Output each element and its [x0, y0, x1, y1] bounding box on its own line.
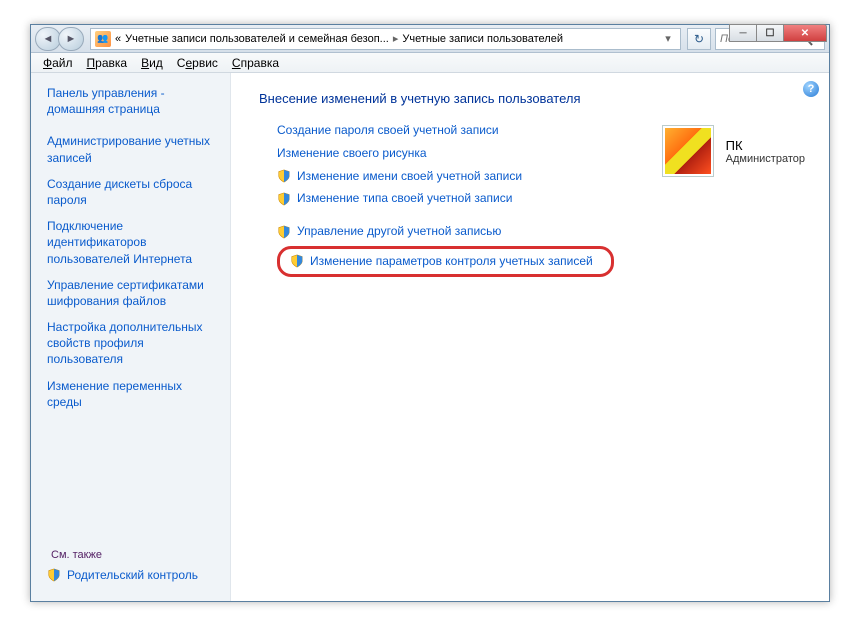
task-uac-settings[interactable]: Изменение параметров контроля учетных за… — [290, 253, 593, 270]
shield-icon — [277, 192, 291, 206]
task-change-type[interactable]: Изменение типа своей учетной записи — [277, 190, 811, 207]
forward-button[interactable]: ► — [58, 27, 84, 51]
menu-edit[interactable]: Правка — [81, 54, 134, 72]
sidebar-home[interactable]: Панель управления - домашняя страница — [47, 85, 220, 117]
help-icon[interactable]: ? — [803, 81, 819, 97]
sidebar-seealso-label: См. также — [47, 549, 220, 561]
control-panel-window: ─ ☐ ✕ ◄ ► 👥 « Учетные записи пользовател… — [30, 24, 830, 602]
minimize-button[interactable]: ─ — [729, 24, 757, 42]
task-manage-other[interactable]: Управление другой учетной записью — [277, 223, 811, 240]
sidebar-item-3[interactable]: Управление сертификатами шифрования файл… — [47, 277, 220, 309]
close-button[interactable]: ✕ — [783, 24, 827, 42]
refresh-button[interactable]: ↻ — [687, 28, 711, 50]
sidebar-item-0[interactable]: Администрирование учетных записей — [47, 133, 220, 165]
window-controls: ─ ☐ ✕ — [730, 24, 827, 42]
main-panel: ? Внесение изменений в учетную запись по… — [231, 73, 829, 601]
shield-icon — [277, 169, 291, 183]
sidebar-item-2[interactable]: Подключение идентификаторов пользователе… — [47, 218, 220, 267]
titlebar: ◄ ► 👥 « Учетные записи пользователей и с… — [31, 25, 829, 53]
account-picture — [662, 125, 714, 177]
breadcrumb-1[interactable]: Учетные записи пользователей и семейная … — [125, 33, 389, 45]
user-accounts-icon: 👥 — [95, 31, 111, 47]
account-role: Администратор — [726, 153, 805, 165]
sidebar-parental-label: Родительский контроль — [67, 567, 198, 583]
sidebar-parental-control[interactable]: Родительский контроль — [47, 567, 220, 583]
shield-icon — [277, 225, 291, 239]
maximize-button[interactable]: ☐ — [756, 24, 784, 42]
shield-icon — [47, 568, 61, 582]
shield-icon — [290, 254, 304, 268]
menu-file[interactable]: Файл — [37, 54, 79, 72]
sidebar-item-4[interactable]: Настройка дополнительных свойств профиля… — [47, 319, 220, 368]
content-area: Панель управления - домашняя страница Ад… — [31, 73, 829, 601]
sidebar-item-1[interactable]: Создание дискеты сброса пароля — [47, 176, 220, 208]
menubar: Файл Правка Вид Сервис Справка — [31, 53, 829, 73]
address-bar[interactable]: 👥 « Учетные записи пользователей и семей… — [90, 28, 681, 50]
breadcrumb-separator: ▸ — [393, 32, 399, 45]
highlighted-task: Изменение параметров контроля учетных за… — [277, 246, 614, 277]
account-tile: ПК Администратор — [662, 125, 805, 177]
sidebar: Панель управления - домашняя страница Ад… — [31, 73, 231, 601]
account-name: ПК — [726, 138, 805, 153]
sidebar-item-5[interactable]: Изменение переменных среды — [47, 378, 220, 410]
breadcrumb-prefix: « — [115, 33, 121, 45]
menu-help[interactable]: Справка — [226, 54, 285, 72]
page-title: Внесение изменений в учетную запись поль… — [259, 91, 811, 106]
menu-service[interactable]: Сервис — [171, 54, 224, 72]
menu-view[interactable]: Вид — [135, 54, 169, 72]
nav-buttons: ◄ ► — [35, 27, 84, 51]
address-dropdown[interactable]: ▾ — [660, 32, 676, 45]
breadcrumb-2[interactable]: Учетные записи пользователей — [402, 33, 563, 45]
